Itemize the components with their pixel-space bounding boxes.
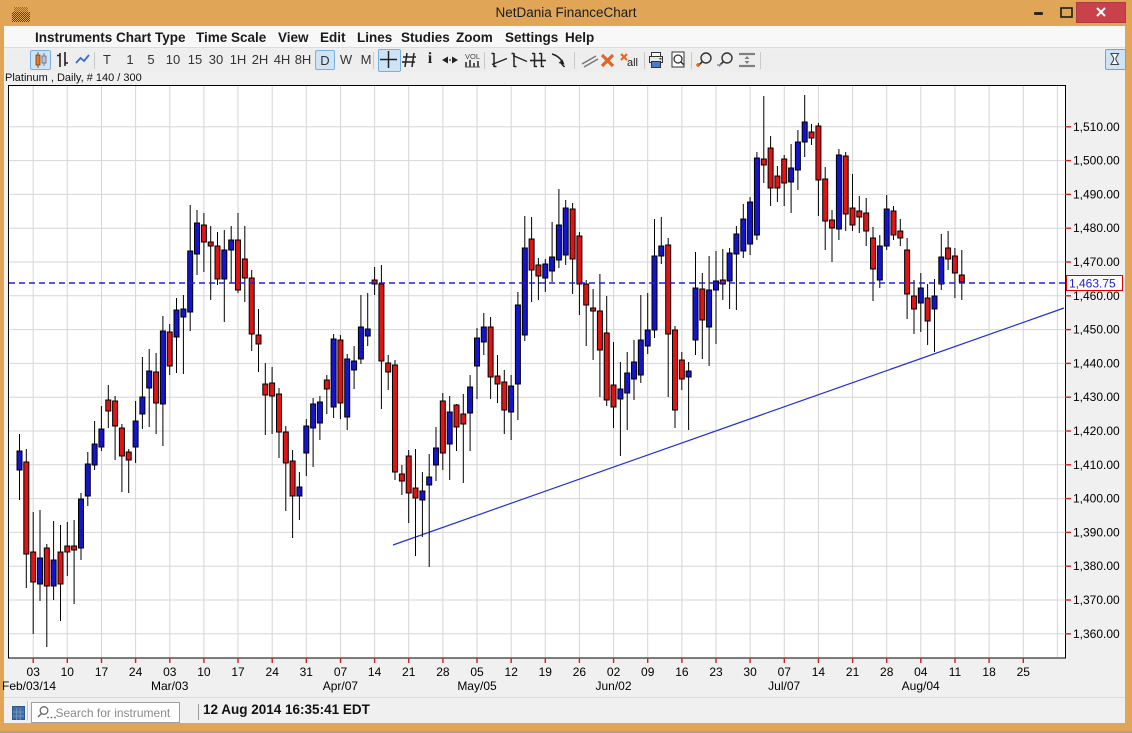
svg-text:07: 07 xyxy=(334,665,348,679)
svg-text:1,420.00: 1,420.00 xyxy=(1073,424,1120,438)
svg-text:1,500.00: 1,500.00 xyxy=(1073,154,1120,168)
svg-text:1,510.00: 1,510.00 xyxy=(1073,120,1120,134)
svg-text:23: 23 xyxy=(709,665,723,679)
svg-text:1,400.00: 1,400.00 xyxy=(1073,492,1120,506)
svg-text:May/05: May/05 xyxy=(457,679,497,693)
svg-text:Mar/03: Mar/03 xyxy=(151,679,189,693)
svg-text:1,380.00: 1,380.00 xyxy=(1073,559,1120,573)
svg-text:1,440.00: 1,440.00 xyxy=(1073,356,1120,370)
svg-text:03: 03 xyxy=(27,665,41,679)
svg-text:Apr/07: Apr/07 xyxy=(323,679,359,693)
svg-text:30: 30 xyxy=(743,665,757,679)
svg-text:19: 19 xyxy=(539,665,553,679)
svg-text:1,360.00: 1,360.00 xyxy=(1073,627,1120,641)
svg-text:28: 28 xyxy=(880,665,894,679)
svg-text:21: 21 xyxy=(402,665,416,679)
svg-text:03: 03 xyxy=(163,665,177,679)
svg-text:1,463.75: 1,463.75 xyxy=(1069,277,1116,291)
svg-text:Jun/02: Jun/02 xyxy=(595,679,631,693)
svg-text:10: 10 xyxy=(197,665,211,679)
svg-text:14: 14 xyxy=(812,665,826,679)
svg-text:07: 07 xyxy=(778,665,792,679)
svg-text:Feb/03/14: Feb/03/14 xyxy=(2,679,56,693)
svg-text:14: 14 xyxy=(368,665,382,679)
svg-text:1,450.00: 1,450.00 xyxy=(1073,323,1120,337)
svg-text:Aug/04: Aug/04 xyxy=(902,679,940,693)
svg-text:26: 26 xyxy=(573,665,587,679)
svg-text:25: 25 xyxy=(1017,665,1031,679)
svg-text:1,470.00: 1,470.00 xyxy=(1073,255,1120,269)
svg-text:1,370.00: 1,370.00 xyxy=(1073,593,1120,607)
svg-text:1,490.00: 1,490.00 xyxy=(1073,187,1120,201)
svg-text:1,410.00: 1,410.00 xyxy=(1073,458,1120,472)
svg-text:18: 18 xyxy=(982,665,996,679)
svg-text:10: 10 xyxy=(61,665,75,679)
svg-text:17: 17 xyxy=(95,665,109,679)
svg-text:24: 24 xyxy=(129,665,143,679)
svg-text:04: 04 xyxy=(914,665,928,679)
svg-text:1,480.00: 1,480.00 xyxy=(1073,221,1120,235)
svg-text:28: 28 xyxy=(436,665,450,679)
svg-text:11: 11 xyxy=(949,665,962,679)
svg-text:1,430.00: 1,430.00 xyxy=(1073,390,1120,404)
svg-text:1,390.00: 1,390.00 xyxy=(1073,525,1120,539)
svg-text:21: 21 xyxy=(846,665,860,679)
svg-text:09: 09 xyxy=(641,665,655,679)
svg-text:17: 17 xyxy=(231,665,245,679)
svg-text:05: 05 xyxy=(470,665,484,679)
svg-text:16: 16 xyxy=(675,665,689,679)
svg-text:31: 31 xyxy=(300,665,314,679)
svg-text:12: 12 xyxy=(505,665,519,679)
svg-text:Jul/07: Jul/07 xyxy=(768,679,800,693)
svg-text:24: 24 xyxy=(266,665,280,679)
svg-text:02: 02 xyxy=(607,665,621,679)
